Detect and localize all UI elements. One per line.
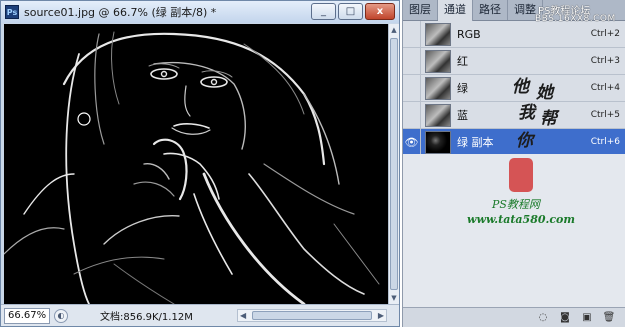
new-channel-icon[interactable]: ▣ (580, 311, 594, 324)
channel-row-blue[interactable]: 蓝 Ctrl+5 (403, 101, 625, 129)
visibility-toggle[interactable]: 👁 (403, 128, 421, 156)
mask-icon[interactable]: ◙ (558, 311, 572, 324)
channel-thumbnail (425, 76, 451, 100)
panel-bottom-toolbar: ◌ ◙ ▣ 🗑 (403, 307, 625, 327)
scroll-down-icon[interactable]: ▼ (389, 292, 399, 304)
scroll-left-icon[interactable]: ◀ (240, 310, 246, 321)
trash-icon[interactable]: 🗑 (602, 311, 616, 324)
channel-shortcut: Ctrl+5 (590, 110, 620, 120)
visibility-toggle[interactable] (403, 101, 421, 129)
document-titlebar[interactable]: Ps source01.jpg @ 66.7% (绿 副本/8) * _ □ x (1, 1, 399, 23)
watermark-calligraphy-char: 你 (516, 131, 533, 151)
edge-detected-portrait (4, 24, 388, 304)
red-seal-stamp (509, 158, 533, 192)
watermark-calligraphy-char: 我 (518, 103, 535, 123)
visibility-toggle[interactable] (403, 20, 421, 48)
channel-shortcut: Ctrl+3 (590, 56, 620, 66)
channel-shortcut: Ctrl+6 (590, 137, 620, 147)
channel-row-green-copy[interactable]: 👁 绿 副本 Ctrl+6 (403, 128, 625, 156)
tab-layers[interactable]: 图层 (403, 0, 438, 20)
window-controls: _ □ x (311, 3, 395, 20)
horizontal-scrollbar[interactable]: ◀ ▶ (237, 309, 387, 322)
eye-icon: 👁 (404, 135, 419, 149)
tab-paths[interactable]: 路径 (473, 0, 508, 20)
watermark-calligraphy-char: 她 (536, 83, 553, 103)
channel-thumbnail (425, 49, 451, 73)
watermark-calligraphy-char: 他 (512, 77, 529, 97)
visibility-toggle[interactable] (403, 74, 421, 102)
channel-thumbnail (425, 130, 451, 154)
zoom-field[interactable]: 66.67% (4, 307, 50, 324)
photoshop-app-icon: Ps (5, 5, 19, 19)
scroll-up-icon[interactable]: ▲ (389, 24, 399, 36)
vertical-scrollbar[interactable]: ▲ ▼ (388, 24, 399, 304)
document-size-info: 文档:856.9K/1.12M (100, 312, 193, 323)
channel-thumbnail (425, 22, 451, 46)
channel-shortcut: Ctrl+2 (590, 29, 620, 39)
watermark-forum-url: BBS.16XX8.COM (535, 14, 616, 24)
channel-name: 红 (457, 55, 468, 68)
scroll-right-icon[interactable]: ▶ (378, 310, 384, 321)
vertical-scroll-thumb[interactable] (390, 38, 398, 290)
visibility-toggle[interactable] (403, 47, 421, 75)
channel-shortcut: Ctrl+4 (590, 83, 620, 93)
maximize-button[interactable]: □ (338, 3, 363, 20)
minimize-button[interactable]: _ (311, 3, 336, 20)
channel-name: RGB (457, 27, 481, 41)
status-menu-icon[interactable]: ◐ (54, 308, 68, 323)
document-title: source01.jpg @ 66.7% (绿 副本/8) * (24, 6, 217, 19)
horizontal-scroll-thumb[interactable] (252, 311, 372, 320)
image-canvas[interactable] (4, 24, 388, 304)
watermark-site-url: www.tata580.com (467, 213, 576, 226)
watermark-calligraphy-char: 帮 (540, 109, 557, 129)
close-button[interactable]: x (365, 3, 395, 20)
tab-channels[interactable]: 通道 (438, 0, 473, 21)
channel-row-red[interactable]: 红 Ctrl+3 (403, 47, 625, 75)
watermark-site-name: PS教程网 (492, 198, 540, 211)
channel-thumbnail (425, 103, 451, 127)
dotted-circle-icon[interactable]: ◌ (536, 311, 550, 324)
channel-row-rgb[interactable]: RGB Ctrl+2 (403, 20, 625, 48)
document-window: Ps source01.jpg @ 66.7% (绿 副本/8) * _ □ x (0, 0, 400, 327)
document-statusbar: 66.67% ◐ 文档:856.9K/1.12M ◀ ▶ (1, 304, 399, 326)
